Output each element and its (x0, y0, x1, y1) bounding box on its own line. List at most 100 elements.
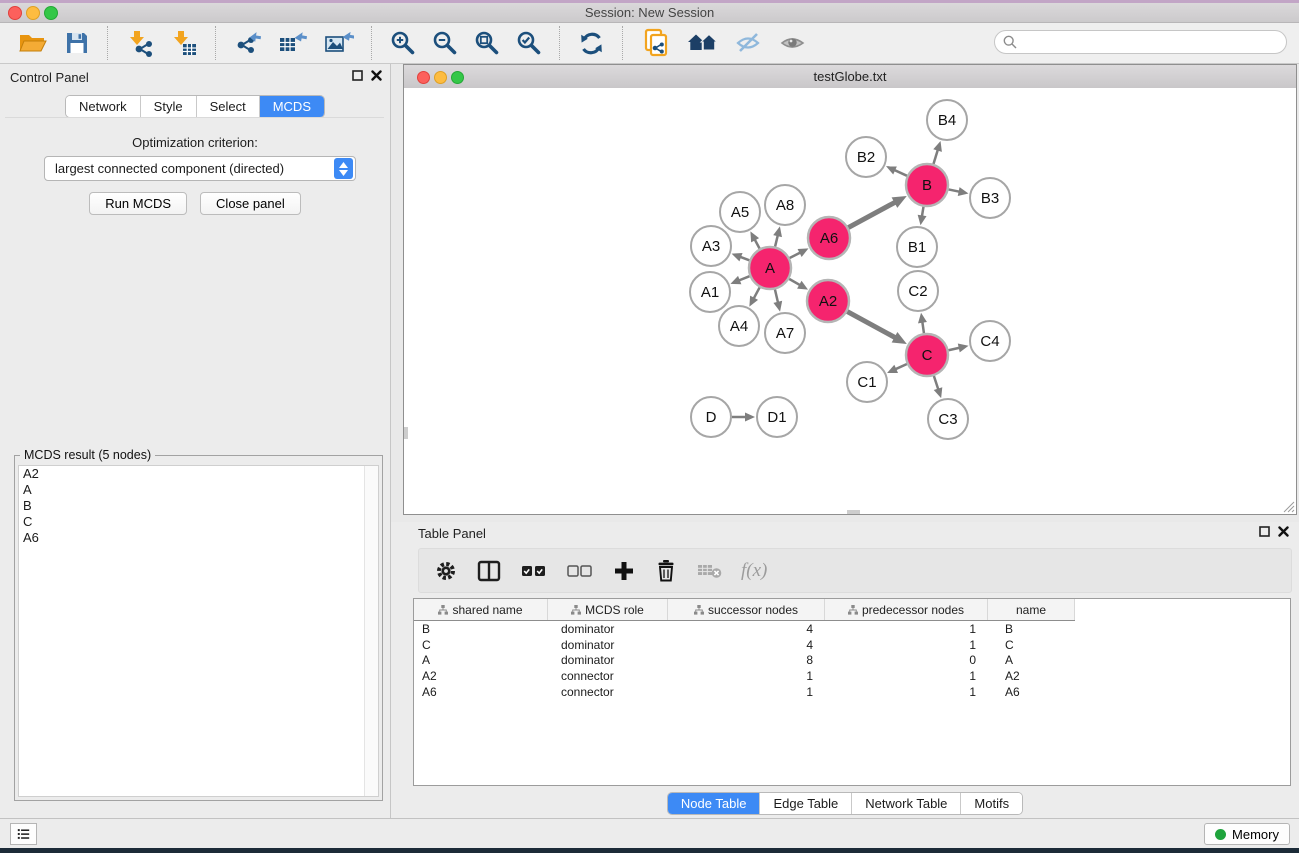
column-layout-button[interactable] (475, 558, 503, 584)
select-all-columns-button[interactable] (519, 562, 549, 580)
tab-network-table[interactable]: Network Table (852, 793, 961, 814)
first-neighbors-button[interactable] (681, 28, 725, 58)
graph-node-C3[interactable]: C3 (928, 399, 968, 439)
graph-node-B1[interactable]: B1 (897, 227, 937, 267)
close-panel-icon[interactable] (371, 70, 382, 81)
graph-node-B3[interactable]: B3 (970, 178, 1010, 218)
mcds-result-item[interactable]: A2 (19, 466, 378, 482)
float-panel-icon[interactable] (352, 70, 363, 81)
graph-node-A2[interactable]: A2 (807, 280, 849, 322)
table-cell[interactable]: 1 (668, 669, 825, 683)
graph-node-C4[interactable]: C4 (970, 321, 1010, 361)
export-network-button[interactable] (228, 27, 268, 59)
graph-edge-A6-B[interactable] (848, 196, 906, 228)
table-cell[interactable]: 1 (825, 638, 988, 652)
graph-node-B2[interactable]: B2 (846, 137, 886, 177)
network-view-window[interactable]: testGlobe.txt ABCA6A2A1A3A4A5A7A8B1B2B3B… (403, 64, 1297, 515)
hide-selected-button[interactable] (729, 28, 769, 58)
table-row[interactable]: A6connector11A6 (414, 684, 1290, 700)
graph-node-A[interactable]: A (749, 247, 791, 289)
export-image-button[interactable] (318, 27, 360, 59)
table-row[interactable]: Adominator80A (414, 653, 1290, 669)
optimization-dropdown[interactable]: largest connected component (directed) (44, 156, 356, 181)
save-session-button[interactable] (58, 28, 96, 58)
network-zoom-button[interactable] (451, 71, 464, 84)
zoom-out-button[interactable] (426, 28, 464, 58)
graph-edge-C-C3[interactable] (934, 376, 943, 398)
table-cell[interactable]: A2 (414, 669, 548, 683)
memory-button[interactable]: Memory (1204, 823, 1290, 845)
graph-edge-B-B1[interactable] (918, 207, 927, 226)
mcds-result-item[interactable]: A6 (19, 530, 378, 546)
column-header-successor-nodes[interactable]: successor nodes (668, 599, 825, 620)
close-panel-icon[interactable] (1278, 526, 1289, 537)
delete-column-button[interactable] (653, 557, 679, 584)
graph-node-C2[interactable]: C2 (898, 271, 938, 311)
table-cell[interactable]: connector (548, 685, 668, 699)
graph-node-A4[interactable]: A4 (719, 306, 759, 346)
table-cell[interactable]: 1 (825, 669, 988, 683)
network-minimize-button[interactable] (434, 71, 447, 84)
export-table-button[interactable] (272, 27, 314, 59)
graph-edge-B-B2[interactable] (886, 166, 907, 176)
graph-edge-A2-C[interactable] (847, 312, 906, 344)
graph-node-A5[interactable]: A5 (720, 192, 760, 232)
graph-edge-A-A8[interactable] (773, 226, 782, 246)
delete-table-button[interactable] (695, 560, 725, 582)
graph-node-D1[interactable]: D1 (757, 397, 797, 437)
tab-motifs[interactable]: Motifs (961, 793, 1022, 814)
table-settings-button[interactable] (433, 558, 459, 584)
graph-node-A8[interactable]: A8 (765, 185, 805, 225)
column-header-MCDS-role[interactable]: MCDS role (548, 599, 668, 620)
graph-node-A3[interactable]: A3 (691, 226, 731, 266)
search-field[interactable] (994, 30, 1287, 54)
table-cell[interactable]: dominator (548, 653, 668, 667)
tab-edge-table[interactable]: Edge Table (760, 793, 852, 814)
window-zoom-button[interactable] (44, 6, 58, 20)
table-cell[interactable]: A6 (988, 685, 1075, 699)
task-history-button[interactable] (10, 823, 37, 845)
table-cell[interactable]: 4 (668, 622, 825, 636)
tab-network[interactable]: Network (66, 96, 141, 117)
zoom-selected-button[interactable] (510, 28, 548, 58)
table-cell[interactable]: 8 (668, 653, 825, 667)
table-cell[interactable]: 1 (825, 685, 988, 699)
column-header-shared-name[interactable]: shared name (414, 599, 548, 620)
graph-edge-C-C2[interactable] (918, 313, 927, 333)
table-cell[interactable]: dominator (548, 638, 668, 652)
graph-node-B4[interactable]: B4 (927, 100, 967, 140)
close-panel-button[interactable]: Close panel (200, 192, 301, 215)
graph-edge-A-A4[interactable] (749, 287, 759, 306)
zoom-in-button[interactable] (384, 28, 422, 58)
network-view-titlebar[interactable]: testGlobe.txt (404, 65, 1296, 89)
mcds-result-item[interactable]: C (19, 514, 378, 530)
show-all-button[interactable] (773, 28, 813, 58)
table-cell[interactable]: C (414, 638, 548, 652)
graph-node-A1[interactable]: A1 (690, 272, 730, 312)
graph-edge-D-D1[interactable] (732, 413, 755, 422)
zoom-fit-button[interactable] (468, 28, 506, 58)
graph-edge-B-B4[interactable] (933, 141, 942, 164)
tab-mcds[interactable]: MCDS (260, 96, 324, 117)
table-row[interactable]: Cdominator41C (414, 637, 1290, 653)
import-network-button[interactable] (120, 27, 160, 59)
node-table[interactable]: shared nameMCDS rolesuccessor nodesprede… (413, 598, 1291, 786)
graph-node-B[interactable]: B (906, 164, 948, 206)
window-titlebar[interactable]: Session: New Session (0, 3, 1299, 23)
search-input[interactable] (1017, 34, 1271, 51)
table-cell[interactable]: A (988, 653, 1075, 667)
resize-grip-icon[interactable] (1281, 499, 1295, 513)
graph-node-C[interactable]: C (906, 334, 948, 376)
canvas-vscroll-thumb[interactable] (404, 427, 408, 439)
mcds-result-item[interactable]: B (19, 498, 378, 514)
table-cell[interactable]: A6 (414, 685, 548, 699)
window-minimize-button[interactable] (26, 6, 40, 20)
graph-edge-A-A1[interactable] (730, 276, 749, 284)
table-cell[interactable]: 4 (668, 638, 825, 652)
column-header-predecessor-nodes[interactable]: predecessor nodes (825, 599, 988, 620)
graph-edge-A-A7[interactable] (773, 289, 782, 311)
float-panel-icon[interactable] (1259, 526, 1270, 537)
tab-style[interactable]: Style (141, 96, 197, 117)
canvas-hscroll-thumb[interactable] (847, 510, 860, 514)
mcds-list-scrollbar[interactable] (364, 466, 378, 796)
